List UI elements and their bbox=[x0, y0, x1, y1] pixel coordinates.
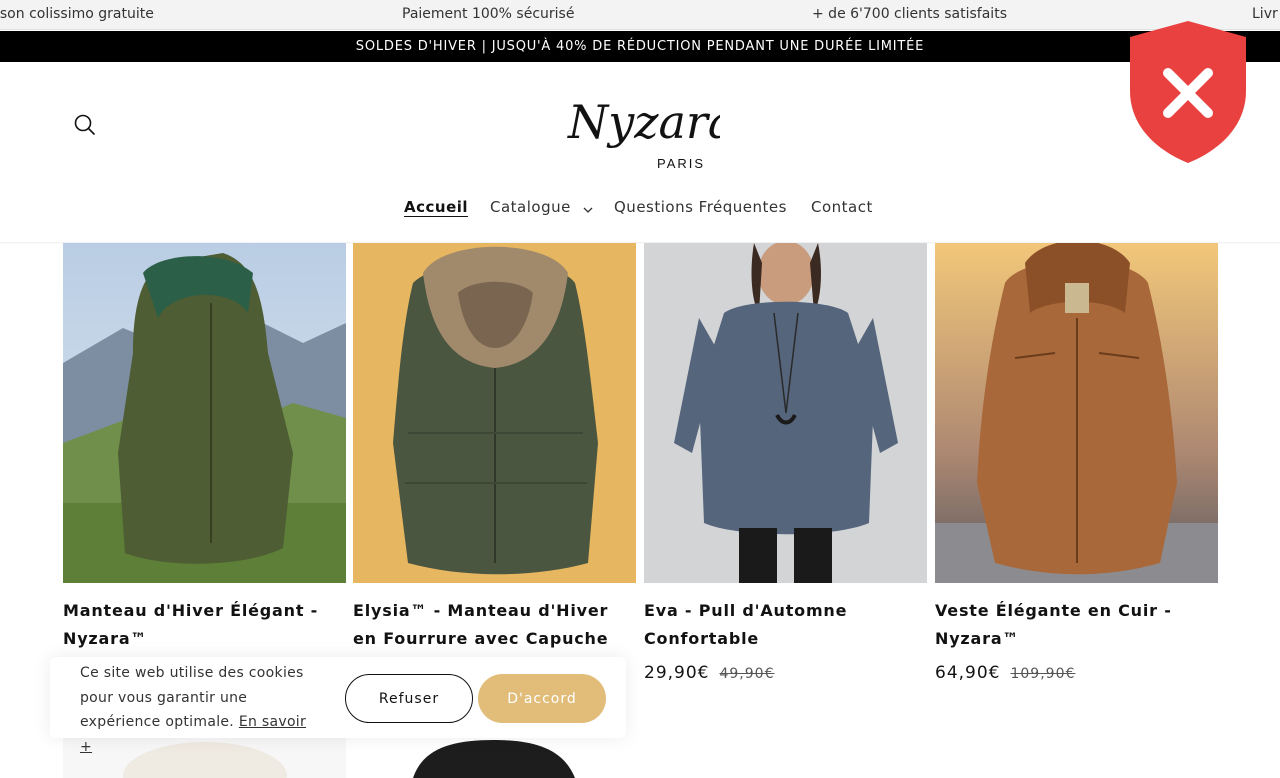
product-card[interactable]: Veste Élégante en Cuir - Nyzara™ 64,90€ 1… bbox=[935, 243, 1218, 683]
cookie-message: Ce site web utilise des cookies pour vou… bbox=[80, 661, 320, 759]
promo-bar: SOLDES D'HIVER | JUSQU'À 40% DE RÉDUCTIO… bbox=[0, 31, 1280, 62]
product-card[interactable]: Manteau d'Hiver Élégant - Nyzara™ bbox=[63, 243, 346, 653]
nav-item-catalogue[interactable]: Catalogue bbox=[490, 198, 571, 216]
product-image[interactable] bbox=[63, 243, 346, 583]
product-image[interactable] bbox=[353, 243, 636, 583]
product-card[interactable]: Eva - Pull d'Automne Confortable 29,90€ 4… bbox=[644, 243, 927, 683]
product-title[interactable]: Eva - Pull d'Automne Confortable bbox=[644, 597, 927, 653]
shield-x-icon bbox=[1130, 21, 1246, 163]
ticker-item-payment: Paiement 100% sécurisé bbox=[402, 6, 575, 22]
sale-price: 29,90€ bbox=[644, 663, 710, 683]
chevron-down-icon bbox=[583, 207, 593, 213]
sale-price: 64,90€ bbox=[935, 663, 1001, 683]
compare-price: 49,90€ bbox=[719, 666, 775, 682]
cookie-banner: Ce site web utilise des cookies pour vou… bbox=[50, 657, 626, 755]
logo-sub-text: PARIS bbox=[657, 156, 705, 171]
product-image-partial[interactable] bbox=[353, 738, 636, 778]
brand-logo[interactable]: Nyzara PARIS bbox=[560, 76, 735, 176]
product-price: 64,90€ 109,90€ bbox=[935, 663, 1218, 683]
logo-brand-text: Nyzara bbox=[567, 95, 720, 149]
ticker-item-shipping: ison colissimo gratuite bbox=[0, 6, 154, 22]
product-image[interactable] bbox=[935, 243, 1218, 583]
product-title[interactable]: Veste Élégante en Cuir - Nyzara™ bbox=[935, 597, 1218, 653]
main-nav: Accueil Catalogue Questions Fréquentes C… bbox=[0, 198, 1280, 222]
security-badge[interactable] bbox=[1126, 19, 1250, 165]
product-title[interactable]: Elysia™ - Manteau d'Hiver en Fourrure av… bbox=[353, 597, 636, 653]
nav-item-accueil[interactable]: Accueil bbox=[404, 198, 468, 216]
product-card[interactable]: Elysia™ - Manteau d'Hiver en Fourrure av… bbox=[353, 243, 636, 653]
accept-button[interactable]: D'accord bbox=[478, 674, 606, 723]
compare-price: 109,90€ bbox=[1010, 666, 1076, 682]
site-header: Nyzara PARIS Accueil Catalogue Questions… bbox=[0, 62, 1280, 243]
search-button[interactable] bbox=[70, 110, 100, 140]
nav-item-questions[interactable]: Questions Fréquentes bbox=[614, 198, 787, 216]
ticker-item-customers: + de 6'700 clients satisfaits bbox=[812, 6, 1007, 22]
refuse-button[interactable]: Refuser bbox=[345, 674, 473, 723]
ticker-item-delivery: Livr bbox=[1252, 6, 1278, 22]
search-icon bbox=[74, 114, 95, 135]
product-image[interactable] bbox=[644, 243, 927, 583]
product-title[interactable]: Manteau d'Hiver Élégant - Nyzara™ bbox=[63, 597, 346, 653]
nav-item-contact[interactable]: Contact bbox=[811, 198, 873, 216]
announcement-ticker: ison colissimo gratuite Paiement 100% sé… bbox=[0, 0, 1280, 30]
product-price: 29,90€ 49,90€ bbox=[644, 663, 927, 683]
